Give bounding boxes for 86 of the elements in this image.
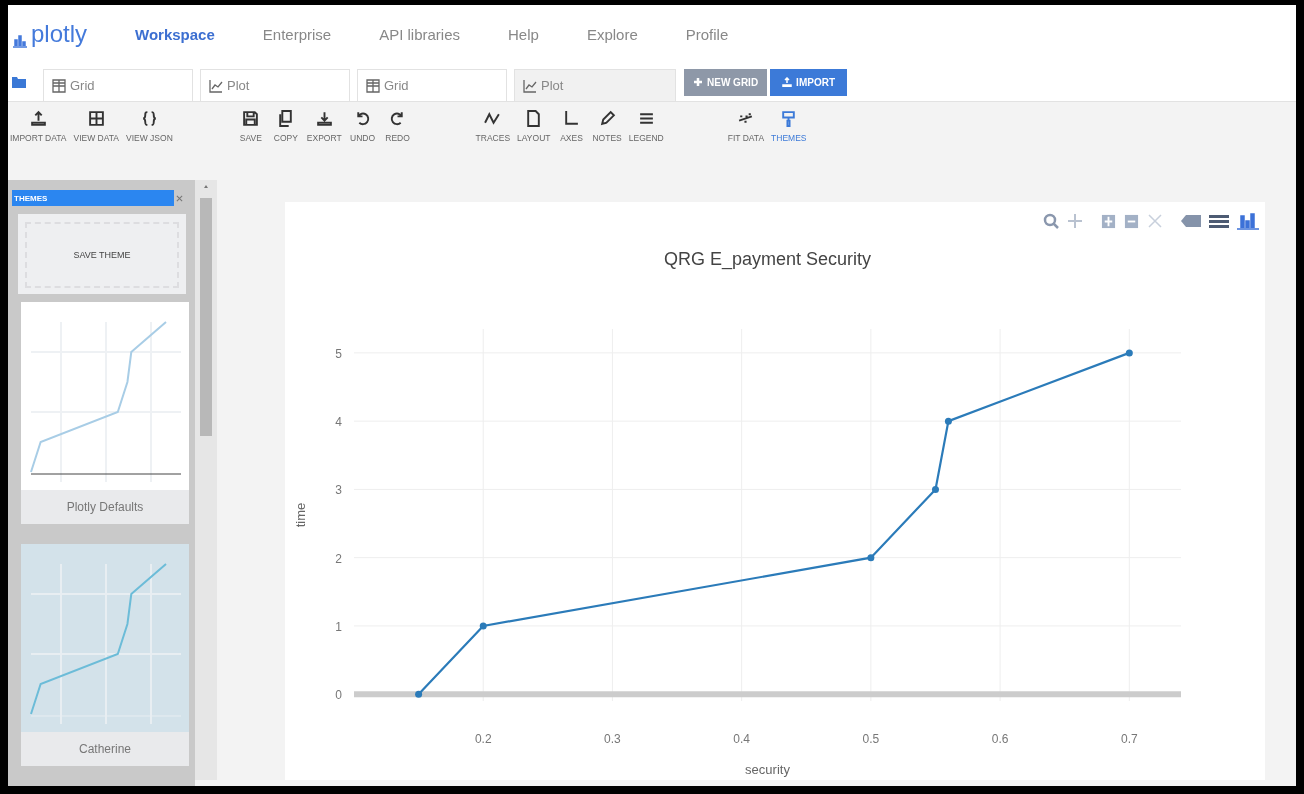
folder-icon[interactable] — [12, 76, 26, 88]
data-point — [867, 554, 875, 562]
y-tick-label: 3 — [335, 483, 342, 498]
plus-icon — [693, 77, 703, 87]
bar-chart-icon[interactable] — [1237, 212, 1259, 230]
toolbar-button[interactable]: SAVE — [234, 110, 267, 143]
grid-icon — [366, 78, 380, 93]
bar-chart-icon — [12, 34, 28, 48]
grid-icon — [87, 110, 105, 127]
line-chart-icon — [209, 78, 223, 93]
y-tick-label: 5 — [335, 346, 342, 361]
x-tick-label: 0.2 — [474, 732, 492, 746]
toolbar-button[interactable]: AXES — [555, 110, 588, 143]
import-icon — [29, 110, 47, 127]
toolbar-button[interactable]: LEGEND — [626, 110, 666, 143]
nav-link[interactable]: API libraries — [379, 25, 461, 43]
nav-link[interactable]: Enterprise — [262, 25, 332, 43]
pencil-icon — [598, 110, 616, 127]
nav-link[interactable]: Help — [508, 25, 539, 43]
y-tick-label: 2 — [335, 551, 342, 566]
y-tick-label: 4 — [335, 415, 342, 430]
zoom-in-icon[interactable] — [1101, 213, 1116, 229]
toolbar-button[interactable]: REDO — [381, 110, 414, 143]
nav-link[interactable]: Workspace — [135, 25, 215, 43]
tab[interactable]: Plot — [514, 69, 676, 101]
logo-text: plotly — [31, 20, 88, 48]
y-tick-label: 0 — [335, 688, 342, 703]
x-tick-label: 0.7 — [1120, 732, 1138, 746]
zoom-out-icon[interactable] — [1124, 213, 1139, 229]
grid-icon — [52, 78, 66, 93]
data-point — [932, 485, 939, 493]
zigzag-line-icon — [484, 110, 502, 127]
x-tick-label: 0.3 — [604, 732, 621, 746]
toolbar-button[interactable]: EXPORT — [304, 110, 344, 143]
download-icon — [315, 110, 333, 127]
toolbar-button[interactable]: NOTES — [590, 110, 624, 143]
x-tick-label: 0.4 — [733, 732, 750, 746]
toolbar-button[interactable]: VIEW JSON — [124, 110, 175, 143]
plotly-logo[interactable]: plotly — [12, 20, 88, 48]
upload-icon — [782, 77, 793, 87]
copy-icon — [277, 110, 295, 127]
magnifier-icon[interactable] — [1043, 213, 1059, 229]
undo-icon — [354, 110, 372, 127]
save-theme-button[interactable]: SAVE THEME — [25, 222, 179, 288]
y-tick-label: 1 — [335, 619, 342, 634]
toolbar-button[interactable]: LAYOUT — [515, 110, 553, 143]
toolbar-button[interactable]: TRACES — [473, 110, 513, 143]
tab[interactable]: Plot — [200, 69, 350, 101]
y-axis-title: time — [293, 502, 308, 528]
braces-icon — [140, 110, 158, 127]
tag-icon[interactable] — [1181, 214, 1201, 228]
chart-title: QRG E_payment Security — [663, 249, 872, 269]
toolbar-button[interactable]: UNDO — [346, 110, 379, 143]
paint-roller-icon — [780, 110, 798, 127]
scrollbar[interactable] — [195, 180, 217, 780]
x-tick-label: 0.6 — [991, 732, 1009, 746]
data-point — [479, 622, 487, 630]
close-icon[interactable] — [176, 194, 183, 202]
document-icon — [525, 110, 543, 127]
theme-name: Plotly Defaults — [65, 499, 145, 516]
toolbar-button[interactable]: COPY — [269, 110, 302, 143]
data-point — [1125, 349, 1133, 357]
toolbar-button[interactable]: THEMES — [769, 110, 809, 143]
expand-arrows-icon[interactable] — [1147, 213, 1163, 229]
theme-name: Catherine — [78, 741, 132, 758]
toolbar-button[interactable]: IMPORT DATA — [8, 110, 69, 143]
nav-link[interactable]: Profile — [685, 25, 729, 43]
tab[interactable]: Grid — [357, 69, 507, 101]
data-point — [944, 417, 952, 425]
x-axis-title: security — [745, 762, 790, 777]
theme-card[interactable]: Catherine — [21, 544, 189, 766]
tab-bar-button[interactable]: IMPORT — [770, 68, 847, 96]
axes-icon — [562, 110, 580, 127]
toolbar-button[interactable]: VIEW DATA — [71, 110, 122, 143]
list-icon — [637, 110, 655, 127]
stacked-bars-icon[interactable] — [1209, 214, 1229, 228]
tab[interactable]: Grid — [43, 69, 193, 101]
line-chart-icon — [523, 78, 537, 93]
nav-link[interactable]: Explore — [586, 25, 638, 43]
data-point — [415, 690, 423, 698]
theme-card[interactable]: Plotly Defaults — [21, 302, 189, 524]
x-tick-label: 0.5 — [862, 732, 880, 746]
tab-bar-button[interactable]: NEW GRID — [684, 68, 768, 96]
move-icon[interactable] — [1067, 213, 1083, 229]
toolbar-button[interactable]: FIT DATA — [725, 110, 767, 143]
search-field[interactable]: THEMES — [12, 190, 174, 206]
